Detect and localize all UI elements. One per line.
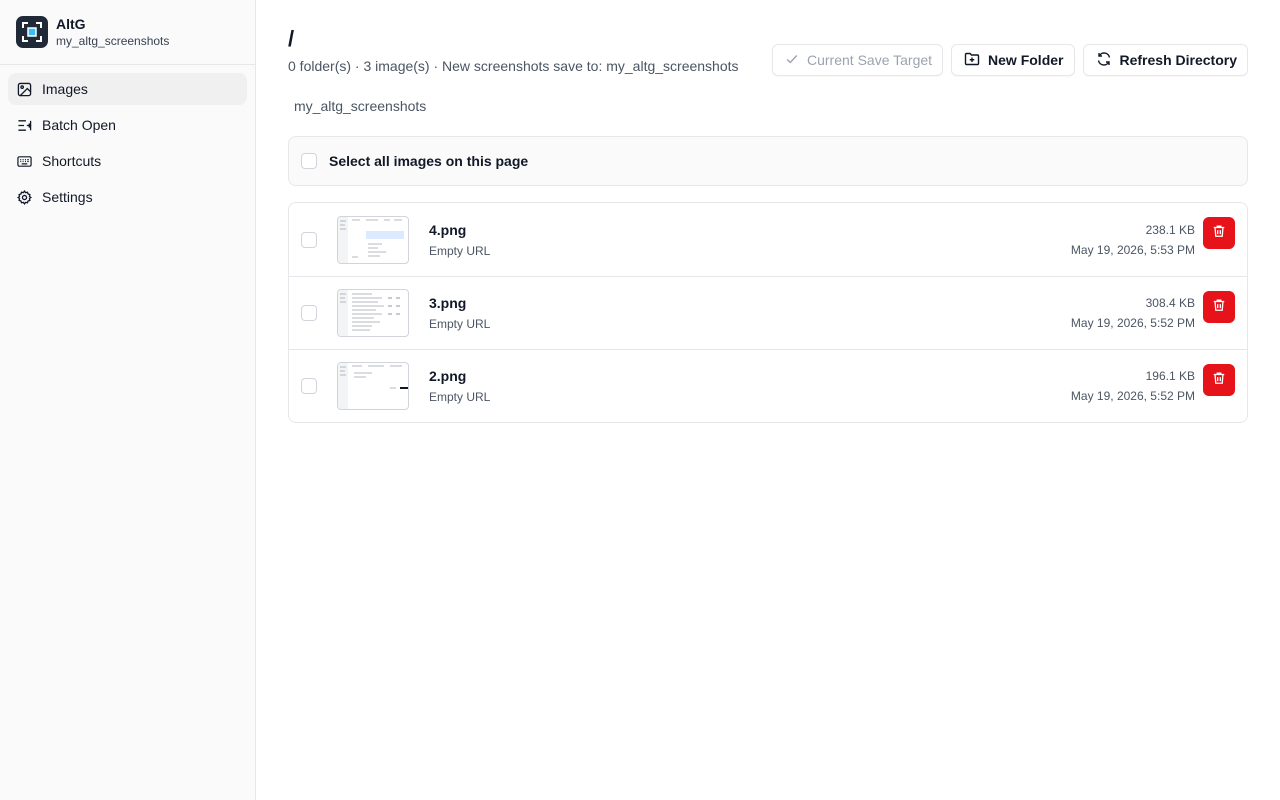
toolbar: Current Save Target New Folder Refresh D… [772, 44, 1248, 76]
sidebar-item-label: Images [42, 81, 88, 97]
file-name: 2.png [429, 368, 467, 384]
sidebar-item-images[interactable]: Images [8, 73, 247, 105]
trash-icon [1212, 371, 1226, 390]
trash-icon [1212, 224, 1226, 243]
current-save-target-button[interactable]: Current Save Target [772, 44, 944, 76]
gear-icon [16, 189, 32, 205]
select-all-label: Select all images on this page [329, 153, 529, 169]
file-size: 238.1 KB [1145, 222, 1195, 237]
keyboard-icon [16, 153, 32, 169]
app-name: AltG [56, 15, 86, 32]
file-size: 196.1 KB [1145, 369, 1195, 383]
breadcrumb[interactable]: my_altg_screenshots [294, 98, 426, 114]
image-thumbnail[interactable] [337, 362, 409, 410]
row-checkbox[interactable] [301, 305, 317, 321]
file-url: Empty URL [429, 317, 491, 331]
sidebar-item-shortcuts[interactable]: Shortcuts [8, 145, 247, 177]
delete-button[interactable] [1203, 291, 1235, 323]
trash-icon [1212, 298, 1226, 317]
page-title: / [288, 26, 295, 51]
check-icon [785, 52, 799, 69]
sidebar-item-settings[interactable]: Settings [8, 181, 247, 213]
file-url: Empty URL [429, 243, 491, 258]
file-date: May 19, 2026, 5:52 PM [1070, 316, 1195, 330]
app-brand: AltG my_altg_screenshots [0, 0, 255, 65]
folder-plus-icon [964, 51, 980, 70]
batch-open-icon [16, 117, 32, 133]
sidebar-item-batch-open[interactable]: Batch Open [8, 109, 247, 141]
file-size: 308.4 KB [1145, 296, 1195, 310]
delete-button[interactable] [1203, 364, 1235, 396]
image-thumbnail[interactable] [337, 289, 409, 337]
sidebar: AltG my_altg_screenshots Images Batch Op… [0, 0, 256, 800]
refresh-directory-label: Refresh Directory [1119, 52, 1238, 68]
sidebar-item-label: Batch Open [42, 117, 116, 133]
image-list: 4.png Empty URL 238.1 KB May 19, 2026, 5… [288, 202, 1248, 423]
refresh-icon [1096, 51, 1112, 70]
file-date: May 19, 2026, 5:52 PM [1070, 389, 1195, 403]
current-save-target-label: Current Save Target [807, 52, 933, 68]
new-folder-label: New Folder [988, 52, 1064, 68]
new-folder-button[interactable]: New Folder [951, 44, 1075, 76]
sidebar-item-label: Settings [42, 189, 93, 205]
sidebar-nav: Images Batch Open Shortcuts Settings [0, 65, 255, 221]
file-url: Empty URL [429, 390, 491, 404]
list-item[interactable]: 3.png Empty URL 308.4 KB May 19, 2026, 5… [289, 276, 1247, 349]
image-icon [16, 81, 32, 97]
file-date: May 19, 2026, 5:53 PM [1070, 242, 1195, 257]
main-content: / 0 folder(s) · 3 image(s) · New screens… [256, 0, 1280, 800]
app-subtitle: my_altg_screenshots [56, 33, 170, 48]
refresh-directory-button[interactable]: Refresh Directory [1082, 44, 1248, 76]
delete-button[interactable] [1203, 217, 1235, 249]
directory-summary: 0 folder(s) · 3 image(s) · New screensho… [288, 58, 739, 74]
row-checkbox[interactable] [301, 378, 317, 394]
image-thumbnail[interactable] [337, 215, 409, 264]
file-name: 4.png [429, 221, 467, 238]
list-item[interactable]: 2.png Empty URL 196.1 KB May 19, 2026, 5… [289, 349, 1247, 422]
row-checkbox[interactable] [301, 231, 317, 248]
select-all-bar: Select all images on this page [288, 136, 1248, 186]
file-name: 3.png [429, 295, 467, 311]
select-all-checkbox[interactable] [301, 153, 317, 169]
app-logo-icon [16, 16, 48, 48]
sidebar-item-label: Shortcuts [42, 153, 102, 169]
list-item[interactable]: 4.png Empty URL 238.1 KB May 19, 2026, 5… [289, 203, 1247, 276]
